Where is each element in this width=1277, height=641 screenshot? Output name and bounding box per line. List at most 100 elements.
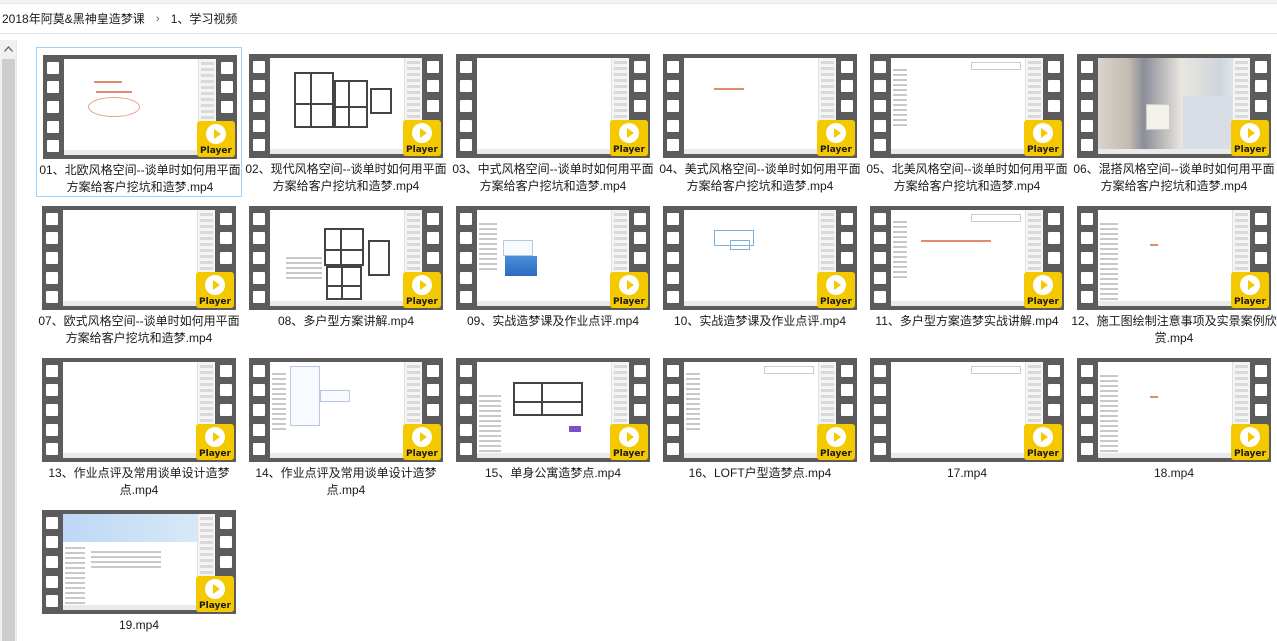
film-hole	[460, 60, 472, 73]
file-item[interactable]: Player 13、作业点评及常用谈单设计造梦点.mp4	[36, 351, 242, 501]
video-thumbnail[interactable]: Player	[870, 358, 1064, 462]
text-lines	[1100, 372, 1118, 455]
text-line	[893, 114, 907, 116]
video-thumbnail[interactable]: Player	[456, 206, 650, 310]
film-hole	[841, 403, 853, 416]
film-hole	[874, 60, 886, 73]
qr-box	[971, 366, 1021, 374]
video-taskbar	[891, 301, 1043, 306]
sidebar-line	[1235, 115, 1248, 118]
file-item[interactable]: Player 06、混搭风格空间--谈单时如何用平面方案给客户挖坑和造梦.mp4	[1071, 47, 1277, 197]
file-item[interactable]: Player 15、单身公寓造梦点.mp4	[450, 351, 656, 501]
breadcrumb-item-course[interactable]: 2018年阿莫&黑神皇造梦课	[0, 10, 147, 27]
video-thumbnail[interactable]: Player	[249, 358, 443, 462]
context-menu	[290, 366, 320, 426]
video-taskbar	[477, 301, 629, 306]
film-hole	[460, 80, 472, 93]
sidebar-line	[614, 79, 627, 82]
video-frame	[477, 58, 629, 154]
red-note	[96, 91, 132, 93]
video-frame	[891, 362, 1043, 458]
video-thumbnail[interactable]: Player	[870, 206, 1064, 310]
video-thumbnail[interactable]: Player	[663, 54, 857, 158]
film-hole	[1081, 291, 1093, 304]
file-item[interactable]: Player 12、施工图绘制注意事项及实景案例欣赏.mp4	[1071, 199, 1277, 349]
video-frame	[1098, 362, 1250, 458]
file-item[interactable]: Player 11、多户型方案造梦实战讲解.mp4	[864, 199, 1070, 349]
sidebar-line	[1028, 73, 1041, 76]
video-thumbnail[interactable]: Player	[456, 358, 650, 462]
qr-box	[764, 366, 814, 374]
play-icon	[619, 275, 639, 295]
film-hole	[427, 212, 439, 225]
chevron-right-icon[interactable]: ›	[147, 13, 169, 25]
file-item[interactable]: Player 01、北欧风格空间--谈单时如何用平面方案给客户挖坑和造梦.mp4	[36, 47, 242, 197]
file-item[interactable]: Player 05、北美风格空间--谈单时如何用平面方案给客户挖坑和造梦.mp4	[864, 47, 1070, 197]
text-line	[893, 241, 907, 243]
file-item[interactable]: Player 02、现代风格空间--谈单时如何用平面方案给客户挖坑和造梦.mp4	[243, 47, 449, 197]
video-thumbnail[interactable]: Player	[1077, 358, 1271, 462]
film-hole	[634, 403, 646, 416]
file-item[interactable]: Player 16、LOFT户型造梦点.mp4	[657, 351, 863, 501]
text-line	[272, 383, 286, 385]
red-note	[94, 81, 122, 83]
file-item[interactable]: Player 17.mp4	[864, 351, 1070, 501]
floor-plan	[294, 72, 334, 128]
sidebar-line	[200, 383, 213, 386]
play-icon	[826, 275, 846, 295]
video-thumbnail[interactable]: Player	[43, 55, 237, 159]
scrollbar-thumb[interactable]	[2, 59, 15, 641]
video-thumbnail[interactable]: Player	[663, 206, 857, 310]
play-icon	[412, 123, 432, 143]
video-thumbnail[interactable]: Player	[1077, 206, 1271, 310]
file-item[interactable]: Player 08、多户型方案讲解.mp4	[243, 199, 449, 349]
file-item[interactable]: Player 09、实战造梦课及作业点评.mp4	[450, 199, 656, 349]
text-line	[1100, 248, 1118, 250]
text-line	[893, 256, 907, 258]
text-line	[65, 547, 85, 549]
video-thumbnail[interactable]: Player	[42, 510, 236, 614]
file-item[interactable]: Player 19.mp4	[36, 503, 242, 641]
text-line	[91, 561, 161, 563]
sidebar-line	[1028, 365, 1041, 368]
text-line	[65, 552, 85, 554]
text-line	[479, 228, 497, 230]
video-thumbnail[interactable]: Player	[1077, 54, 1271, 158]
sidebar-line	[821, 249, 834, 252]
file-item[interactable]: Player 03、中式风格空间--谈单时如何用平面方案给客户挖坑和造梦.mp4	[450, 47, 656, 197]
text-line	[1100, 273, 1118, 275]
text-line	[1100, 380, 1118, 382]
video-thumbnail[interactable]: Player	[249, 54, 443, 158]
film-hole	[841, 364, 853, 377]
file-item[interactable]: Player 07、欧式风格空间--谈单时如何用平面方案给客户挖坑和造梦.mp4	[36, 199, 242, 349]
file-item[interactable]: Player 10、实战造梦课及作业点评.mp4	[657, 199, 863, 349]
sidebar-line	[407, 249, 420, 252]
film-hole	[427, 60, 439, 73]
video-thumbnail[interactable]: Player	[42, 206, 236, 310]
sidebar-line	[821, 79, 834, 82]
scroll-up-arrow-icon[interactable]	[0, 40, 17, 57]
video-thumbnail[interactable]: Player	[870, 54, 1064, 158]
file-item[interactable]: Player 18.mp4	[1071, 351, 1277, 501]
video-thumbnail[interactable]: Player	[663, 358, 857, 462]
sidebar-line	[407, 237, 420, 240]
vertical-scrollbar[interactable]	[0, 40, 17, 641]
film-hole	[634, 99, 646, 112]
file-item[interactable]: Player 14、作业点评及常用谈单设计造梦点.mp4	[243, 351, 449, 501]
text-line	[479, 405, 501, 407]
video-thumbnail[interactable]: Player	[456, 54, 650, 158]
video-thumbnail[interactable]: Player	[42, 358, 236, 462]
breadcrumb-item-videos[interactable]: 1、学习视频	[169, 10, 240, 27]
sidebar-line	[821, 377, 834, 380]
video-thumbnail[interactable]: Player	[249, 206, 443, 310]
film-hole	[460, 139, 472, 152]
sidebar-line	[614, 225, 627, 228]
film-hole	[874, 119, 886, 132]
sidebar-line	[1235, 255, 1248, 258]
player-label: Player	[1027, 449, 1059, 459]
text-line	[893, 221, 907, 223]
play-icon	[826, 427, 846, 447]
file-item[interactable]: Player 04、美式风格空间--谈单时如何用平面方案给客户挖坑和造梦.mp4	[657, 47, 863, 197]
text-line	[1100, 400, 1118, 402]
sidebar-line	[614, 219, 627, 222]
